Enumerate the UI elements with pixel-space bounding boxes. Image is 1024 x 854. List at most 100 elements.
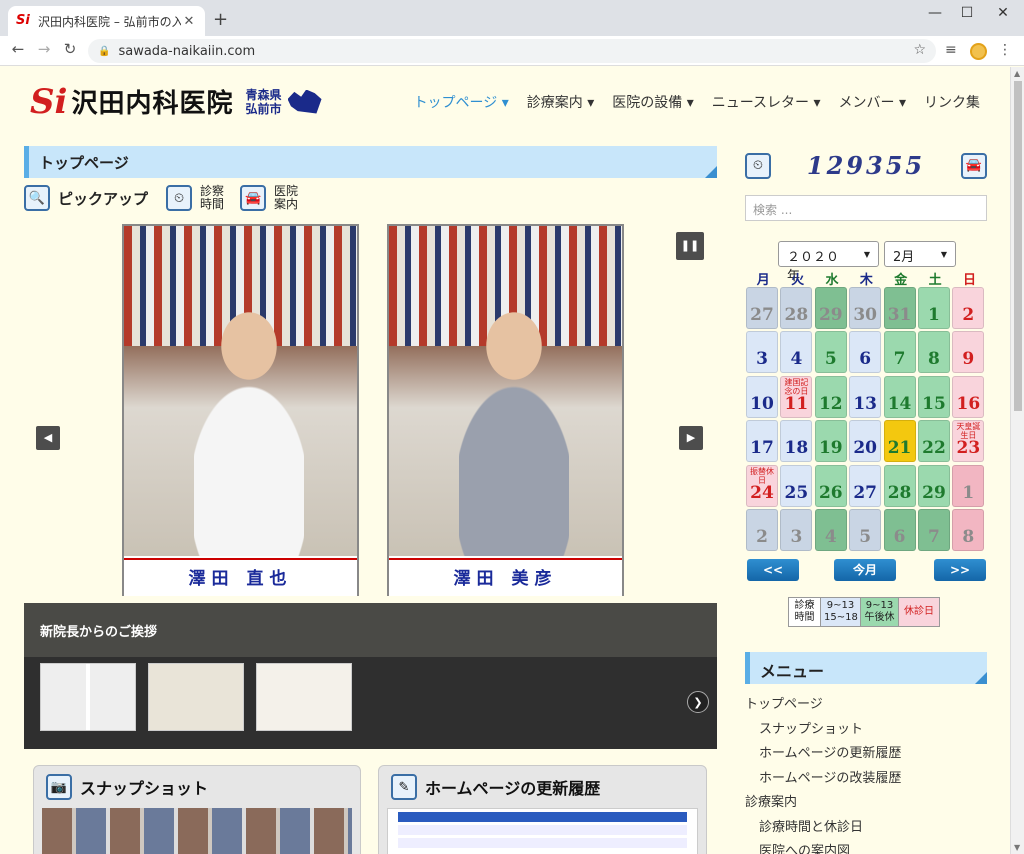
calendar-day[interactable]: 20 xyxy=(849,420,882,463)
side-menu-item[interactable]: ホームページの更新履歴 xyxy=(745,742,901,767)
back-icon[interactable]: ← xyxy=(8,40,28,58)
close-window-icon[interactable]: ✕ xyxy=(988,5,1018,21)
calendar-day[interactable]: 25 xyxy=(780,464,813,507)
slide-photo[interactable]: 澤田 美彦 xyxy=(387,224,624,596)
reload-icon[interactable]: ↻ xyxy=(60,40,80,58)
day-number: 4 xyxy=(790,349,803,370)
browser-tab[interactable]: Si 沢田内科医院 – 弘前市の入院診療 ✕ xyxy=(8,6,205,36)
maximize-icon[interactable]: ☐ xyxy=(952,5,982,21)
calendar-day[interactable]: 15 xyxy=(917,375,950,418)
calendar-day[interactable]: 4 xyxy=(814,508,847,551)
calendar-day[interactable]: 18 xyxy=(780,420,813,463)
calendar-day[interactable]: 29 xyxy=(917,464,950,507)
calendar-day[interactable]: 2 xyxy=(746,508,778,551)
calendar-day[interactable]: 22 xyxy=(917,420,950,463)
scroll-down-icon[interactable]: ▼ xyxy=(1014,843,1020,852)
more-menu-icon[interactable]: ⋮ xyxy=(998,42,1012,58)
gallery-next-icon[interactable]: ❯ xyxy=(687,691,709,713)
calendar-day[interactable]: 14 xyxy=(883,375,916,418)
calendar-day[interactable]: 17 xyxy=(746,420,778,463)
gallery-thumbnail[interactable] xyxy=(40,663,136,731)
nav-item[interactable]: 医院の設備 ▾ xyxy=(612,92,693,112)
slider-prev-button[interactable]: ◀ xyxy=(36,426,60,450)
profile-avatar[interactable] xyxy=(970,43,987,60)
calendar-day[interactable]: 5 xyxy=(849,508,882,551)
site-logo[interactable]: Si 沢田内科医院 青森県 弘前市 xyxy=(30,83,322,120)
media-icon[interactable]: ≡ xyxy=(945,42,957,58)
visitor-counter: ⏲ 129355 🚘 xyxy=(745,151,987,180)
gallery-thumbnail[interactable] xyxy=(256,663,352,731)
year-select[interactable]: ２０２０年 ▼ xyxy=(778,241,879,284)
nav-item[interactable]: リンク集 xyxy=(924,92,980,112)
clock-icon[interactable]: ⏲ xyxy=(166,185,193,211)
side-menu-item[interactable]: スナップショット xyxy=(745,718,901,743)
url-field[interactable]: 🔒 sawada-naikaiin.com ☆ xyxy=(88,39,936,63)
calendar-day[interactable]: 27 xyxy=(746,287,778,329)
current-month-button[interactable]: 今月 xyxy=(834,559,896,581)
side-menu-item[interactable]: 医院への案内図 xyxy=(745,840,901,854)
next-month-button[interactable]: >> xyxy=(934,559,986,581)
gallery-thumbnail[interactable] xyxy=(364,663,460,731)
calendar-day[interactable]: 28 xyxy=(883,464,916,507)
calendar-day[interactable]: 12 xyxy=(814,375,847,418)
calendar-day[interactable]: 26 xyxy=(814,464,847,507)
calendar-day[interactable]: 3 xyxy=(746,331,778,374)
nav-item[interactable]: 診療案内 ▾ xyxy=(527,92,594,112)
month-select[interactable]: 2月 ▼ xyxy=(884,241,956,267)
calendar-day[interactable]: 2 xyxy=(952,287,985,329)
slider-pause-button[interactable]: ❚❚ xyxy=(676,232,704,260)
update-history-card[interactable]: ✎ ホームページの更新履歴 xyxy=(378,765,707,854)
calendar-day[interactable]: 8 xyxy=(917,331,950,374)
close-tab-icon[interactable]: ✕ xyxy=(181,14,197,29)
calendar-day[interactable]: 19 xyxy=(814,420,847,463)
nav-item[interactable]: トップページ ▾ xyxy=(414,92,509,112)
calendar-day[interactable]: 1 xyxy=(952,464,985,507)
calendar-day[interactable]: 13 xyxy=(849,375,882,418)
snapshot-card[interactable]: 📷 スナップショット xyxy=(33,765,361,854)
pickup-link-hours[interactable]: 診察 時間 xyxy=(200,185,224,211)
gallery-thumbnail[interactable] xyxy=(148,663,244,731)
calendar-day[interactable]: 27 xyxy=(849,464,882,507)
new-tab-icon[interactable]: + xyxy=(213,9,228,30)
prev-month-button[interactable]: << xyxy=(747,559,799,581)
calendar-day[interactable]: 3 xyxy=(780,508,813,551)
scrollbar-thumb[interactable] xyxy=(1014,81,1022,411)
minimize-icon[interactable]: — xyxy=(920,5,950,21)
bookmark-star-icon[interactable]: ☆ xyxy=(913,42,926,58)
gallery-thumbnail[interactable] xyxy=(472,663,568,731)
calendar-day[interactable]: 8 xyxy=(952,508,985,551)
slide-photo[interactable]: 澤田 直也 xyxy=(122,224,359,596)
calendar-day[interactable]: 28 xyxy=(780,287,813,329)
calendar-day[interactable]: 6 xyxy=(849,331,882,374)
nav-item[interactable]: メンバー ▾ xyxy=(839,92,906,112)
calendar-day[interactable]: 1 xyxy=(917,287,950,329)
side-menu-item[interactable]: ホームページの改装履歴 xyxy=(745,767,901,792)
slider-next-button[interactable]: ▶ xyxy=(679,426,703,450)
calendar-day[interactable]: 6 xyxy=(883,508,916,551)
calendar-day[interactable]: 7 xyxy=(917,508,950,551)
forward-icon[interactable]: → xyxy=(34,40,54,58)
calendar-day[interactable]: 21 xyxy=(883,420,916,463)
calendar-day[interactable]: 4 xyxy=(780,331,813,374)
scroll-up-icon[interactable]: ▲ xyxy=(1014,69,1020,78)
search-input[interactable]: 検索 ... xyxy=(745,195,987,221)
scrollbar[interactable]: ▲ ▼ xyxy=(1010,67,1024,854)
calendar-day[interactable]: 天皇誕生日 23 xyxy=(952,420,985,463)
side-menu-item[interactable]: 診療時間と休診日 xyxy=(745,816,901,841)
nav-item[interactable]: ニュースレター ▾ xyxy=(712,92,821,112)
calendar-day[interactable]: 7 xyxy=(883,331,916,374)
pickup-link-guide[interactable]: 医院 案内 xyxy=(274,185,298,211)
calendar-day[interactable]: 5 xyxy=(814,331,847,374)
car-icon[interactable]: 🚘 xyxy=(240,185,267,211)
calendar-day[interactable]: 30 xyxy=(849,287,882,329)
day-number: 11 xyxy=(784,393,809,414)
calendar-day[interactable]: 10 xyxy=(746,375,778,418)
side-menu-item[interactable]: 診療案内 xyxy=(745,791,901,816)
calendar-day[interactable]: 31 xyxy=(883,287,916,329)
side-menu-item[interactable]: トップページ xyxy=(745,693,901,718)
calendar-day[interactable]: 建国記念の日 11 xyxy=(780,375,813,418)
calendar-day[interactable]: 9 xyxy=(952,331,985,374)
calendar-day[interactable]: 振替休日 24 xyxy=(746,464,778,507)
calendar-day[interactable]: 16 xyxy=(952,375,985,418)
calendar-day[interactable]: 29 xyxy=(814,287,847,329)
